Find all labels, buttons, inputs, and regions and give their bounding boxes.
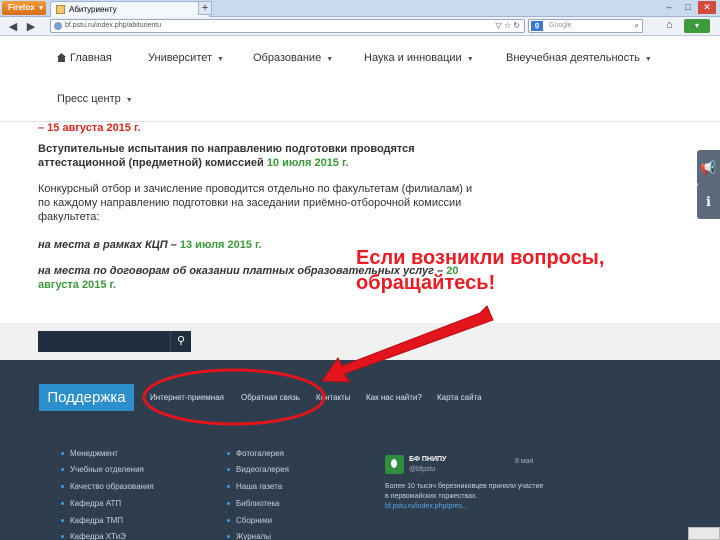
footer-list-item[interactable]: Журналы <box>227 532 271 540</box>
info-icon[interactable]: ℹ <box>697 184 720 219</box>
nav-label: Университет <box>148 52 213 64</box>
help-callout: Если возникли вопросы, обращайтесь! <box>356 246 686 296</box>
footer-list-item[interactable]: Видеогалерея <box>227 465 289 474</box>
tweet-handle[interactable]: @bfpstu <box>409 466 435 473</box>
paid-date: августа 2015 г. <box>38 279 117 291</box>
nav-item-press[interactable]: Пресс центр ▼ <box>57 93 133 105</box>
browser-tab[interactable]: Абитуриенту ✕ <box>50 1 210 17</box>
callout-line2: обращайтесь! <box>356 272 496 294</box>
scroll-corner <box>688 527 720 540</box>
footer-list-item[interactable]: Кафедра АТП <box>60 499 121 508</box>
tweet-link[interactable]: bf.pstu.ru/index.php/pres... <box>385 503 468 510</box>
nav-label: Главная <box>70 52 112 64</box>
chevron-down-icon: ▼ <box>644 56 652 63</box>
tweet-body: Более 10 тысяч березниковцев приняли уча… <box>385 483 544 500</box>
exam-commission-text: аттестационной (предметной) комиссией <box>38 157 264 169</box>
nav-label: Наука и инновации <box>364 52 462 64</box>
site-search-button[interactable]: ⚲ <box>170 331 191 352</box>
selection-text-line2: по каждому направлению подготовки на зас… <box>38 197 462 209</box>
search-box[interactable]: g Google ⌕ <box>528 19 643 33</box>
addon-icon[interactable]: ▾ <box>684 19 710 33</box>
search-icon[interactable]: ⌕ <box>635 21 639 31</box>
footer-list-item[interactable]: Кафедра ХТиЭ <box>61 532 126 540</box>
exam-text-line2: аттестационной (предметной) комиссией 10… <box>38 157 349 170</box>
footer-link-sitemap[interactable]: Карта сайта <box>437 393 482 402</box>
tweet-date: 8 мая <box>515 458 534 465</box>
close-window-button[interactable]: ✕ <box>698 1 716 14</box>
new-tab-button[interactable]: + <box>198 1 212 15</box>
nav-item-home[interactable]: Главная <box>57 52 112 64</box>
footer-list-item[interactable]: Фотогалерея <box>227 449 284 458</box>
home-icon <box>57 53 66 62</box>
chevron-down-icon: ▼ <box>125 97 133 104</box>
chevron-down-icon: ▼ <box>466 56 474 63</box>
search-placeholder: Google <box>549 22 572 29</box>
avatar[interactable] <box>385 455 404 474</box>
footer-list-item[interactable]: Качество образования <box>61 482 154 491</box>
forward-arrow-icon[interactable]: ▶ <box>24 20 38 33</box>
footer-link-contacts[interactable]: Контакты <box>316 393 351 402</box>
date-line: – 15 августа 2015 г. <box>38 122 141 134</box>
footer-list-item[interactable]: Менеджмент <box>61 449 118 458</box>
nav-item-extracurricular[interactable]: Внеучебная деятельность ▼ <box>506 52 652 64</box>
footer-link-feedback[interactable]: Обратная связь <box>241 393 300 402</box>
browser-titlebar: Firefox▼ Абитуриенту ✕ + – □ ✕ <box>0 0 720 17</box>
reload-icon[interactable]: ▽ ☆ ↻ <box>496 21 520 30</box>
megaphone-icon[interactable]: 📢 <box>697 150 720 185</box>
site-navigation: Главная Университет ▼ Образование ▼ Наука … <box>0 37 720 123</box>
address-bar[interactable]: bf.pstu.ru/index.php/abiturientu ▽ ☆ ↻ <box>50 19 525 33</box>
search-icon: ⚲ <box>176 335 186 347</box>
footer-list-item[interactable]: Кафедра ТМП <box>60 516 123 525</box>
tab-title: Абитуриенту <box>69 5 117 14</box>
nav-item-science[interactable]: Наука и инновации ▼ <box>364 52 474 64</box>
back-arrow-icon[interactable]: ◀ <box>6 20 20 33</box>
exam-date: 10 июля 2015 г. <box>266 157 349 169</box>
firefox-menu-button[interactable]: Firefox ▼ <box>2 1 46 15</box>
callout-line1: Если возникли вопросы, <box>356 247 605 269</box>
google-icon: g <box>531 21 543 31</box>
support-button[interactable]: Поддержка <box>39 384 134 411</box>
kcp-line: на места в рамках КЦП – 13 июля 2015 г. <box>38 239 262 252</box>
url-text: bf.pstu.ru/index.php/abiturientu <box>65 22 162 29</box>
exam-text-line1: Вступительные испытания по направлению п… <box>38 143 415 155</box>
browser-navbar: ◀ ▶ bf.pstu.ru/index.php/abiturientu ▽ ☆… <box>0 17 720 36</box>
footer-link-find-us[interactable]: Как нас найти? <box>366 393 422 402</box>
footer-link-reception[interactable]: Интернет-приемная <box>150 393 224 402</box>
tweet-author[interactable]: БФ ПНИПУ <box>409 456 446 463</box>
site-search-input[interactable] <box>38 331 170 352</box>
home-icon[interactable]: ⌂ <box>666 19 673 31</box>
kcp-label: на места в рамках КЦП – <box>38 239 177 251</box>
nav-item-education[interactable]: Образование ▼ <box>253 52 333 64</box>
kcp-date: 13 июля 2015 г. <box>179 239 262 251</box>
footer-list-item[interactable]: Наша газета <box>226 482 282 491</box>
nav-label: Образование <box>253 52 322 64</box>
nav-label: Пресс центр <box>57 93 121 105</box>
minimize-button[interactable]: – <box>660 1 678 14</box>
footer-list-item[interactable]: Учебные отделения <box>61 465 144 474</box>
tweet-text: Более 10 тысяч березниковцев приняли уча… <box>385 482 545 512</box>
selection-text-line3: факультета: <box>38 211 100 223</box>
chevron-down-icon: ▼ <box>217 56 224 63</box>
nav-label: Внеучебная деятельность <box>506 52 640 64</box>
chevron-down-icon: ▼ <box>37 5 45 12</box>
footer-list-item[interactable]: Библиотека <box>227 499 280 508</box>
maximize-button[interactable]: □ <box>679 1 697 14</box>
globe-icon <box>54 22 62 30</box>
chevron-down-icon: ▼ <box>326 56 334 63</box>
nav-item-university[interactable]: Университет ▼ <box>148 52 224 64</box>
firefox-menu-label: Firefox <box>8 3 35 12</box>
selection-text-line1: Конкурсный отбор и зачисление проводится… <box>38 183 473 195</box>
favicon-icon <box>56 5 65 14</box>
footer-list-item[interactable]: Сборники <box>226 516 272 525</box>
